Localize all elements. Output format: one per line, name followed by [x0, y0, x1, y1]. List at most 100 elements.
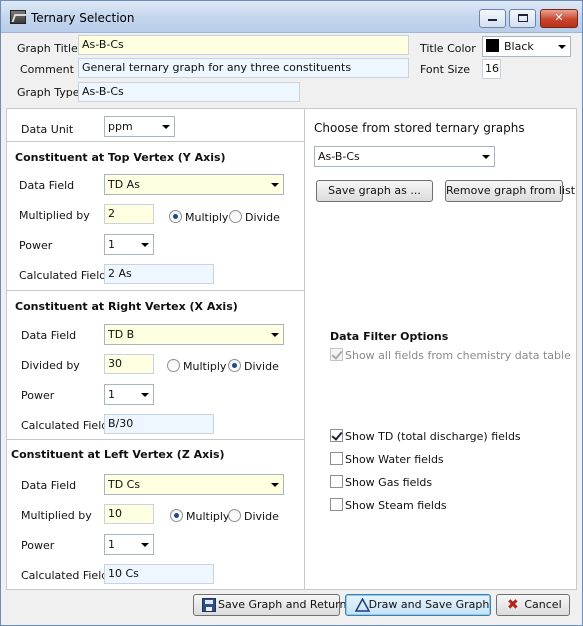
- divider: [7, 439, 304, 440]
- title-bar: Ternary Selection ✕: [1, 1, 582, 33]
- filter-heading: Data Filter Options: [330, 330, 449, 343]
- data-unit-select[interactable]: ppm: [104, 116, 175, 137]
- right-factor-input[interactable]: 30: [104, 354, 154, 374]
- top-factor-label: Multiplied by: [19, 209, 90, 222]
- cancel-button[interactable]: ✖ Cancel: [496, 594, 570, 616]
- left-calc-field: 10 Cs: [104, 564, 214, 584]
- show-water-checkbox[interactable]: [330, 452, 343, 465]
- column-divider: [304, 109, 305, 589]
- data-unit-value: ppm: [108, 120, 133, 133]
- close-button[interactable]: ✕: [540, 9, 578, 28]
- floppy-disk-icon: [202, 598, 216, 612]
- left-data-field-label: Data Field: [21, 479, 77, 492]
- show-gas-checkbox[interactable]: [330, 475, 343, 488]
- graph-title-label: Graph Title: [17, 42, 78, 55]
- divider: [7, 290, 304, 291]
- left-factor-input[interactable]: 10: [104, 504, 154, 524]
- top-calc-label: Calculated Field: [19, 269, 107, 282]
- remove-graph-button[interactable]: Remove graph from list: [445, 180, 575, 202]
- show-all-checkbox[interactable]: [330, 348, 343, 361]
- minimize-button[interactable]: [479, 9, 506, 28]
- minimize-icon: [488, 19, 497, 21]
- font-size-label: Font Size: [420, 63, 471, 76]
- left-data-field-select[interactable]: TD Cs: [104, 474, 284, 495]
- right-data-field-value: TD B: [108, 328, 135, 341]
- divider: [7, 141, 304, 142]
- right-power-select[interactable]: 1: [104, 384, 154, 405]
- chevron-down-icon: [271, 183, 279, 187]
- app-icon: [10, 10, 26, 24]
- font-size-input[interactable]: 16: [482, 59, 501, 79]
- chevron-down-icon: [162, 125, 170, 129]
- top-power-value: 1: [108, 238, 115, 251]
- show-water-label: Show Water fields: [345, 453, 444, 466]
- left-power-select[interactable]: 1: [104, 534, 154, 555]
- top-power-label: Power: [19, 239, 53, 252]
- stored-graph-value: As-B-Cs: [318, 150, 360, 163]
- graph-type-label: Graph Type: [17, 86, 80, 99]
- chevron-down-icon: [558, 45, 566, 49]
- left-factor-label: Multiplied by: [21, 509, 92, 522]
- cancel-label: Cancel: [524, 598, 562, 611]
- left-vertex-heading: Constituent at Left Vertex (Z Axis): [11, 448, 225, 461]
- show-steam-label: Show Steam fields: [345, 499, 447, 512]
- right-multiply-radio[interactable]: [167, 359, 180, 372]
- chevron-down-icon: [141, 543, 149, 547]
- top-vertex-heading: Constituent at Top Vertex (Y Axis): [15, 151, 226, 164]
- top-divide-label: Divide: [245, 211, 280, 224]
- save-graph-return-button[interactable]: Save Graph and Return: [193, 594, 346, 616]
- left-calc-label: Calculated Field: [21, 569, 109, 582]
- top-power-select[interactable]: 1: [104, 234, 154, 255]
- comment-label: Comment: [20, 63, 74, 76]
- graph-title-input[interactable]: As-B-Cs: [78, 35, 409, 55]
- show-gas-label: Show Gas fields: [345, 476, 433, 489]
- right-factor-label: Divided by: [21, 359, 80, 372]
- show-td-label: Show TD (total discharge) fields: [345, 430, 521, 443]
- chevron-down-icon: [271, 333, 279, 337]
- top-multiply-radio[interactable]: [169, 210, 182, 223]
- top-data-field-label: Data Field: [19, 179, 75, 192]
- left-divide-label: Divide: [244, 510, 279, 523]
- stored-graphs-heading: Choose from stored ternary graphs: [314, 121, 525, 135]
- left-power-label: Power: [21, 539, 55, 552]
- draw-save-graph-label: Draw and Save Graph: [368, 598, 490, 611]
- save-graph-return-label: Save Graph and Return: [218, 598, 347, 611]
- top-data-field-value: TD As: [108, 178, 140, 191]
- right-power-value: 1: [108, 388, 115, 401]
- top-multiply-label: Multiply: [185, 211, 229, 224]
- left-multiply-radio[interactable]: [170, 509, 183, 522]
- right-data-field-select[interactable]: TD B: [104, 324, 284, 345]
- chevron-down-icon: [141, 243, 149, 247]
- top-data-field-select[interactable]: TD As: [104, 174, 284, 195]
- title-color-value: Black: [504, 40, 534, 53]
- ternary-selection-window: Ternary Selection ✕ Graph Title As-B-Cs …: [0, 0, 583, 626]
- maximize-icon: [517, 14, 528, 22]
- top-factor-input[interactable]: 2: [104, 204, 154, 224]
- title-color-select[interactable]: Black: [482, 36, 571, 57]
- graph-type-input[interactable]: As-B-Cs: [78, 82, 300, 102]
- right-power-label: Power: [21, 389, 55, 402]
- left-data-field-value: TD Cs: [108, 478, 141, 491]
- right-calc-label: Calculated Field: [21, 419, 109, 432]
- data-unit-label: Data Unit: [21, 123, 74, 136]
- right-data-field-label: Data Field: [21, 329, 77, 342]
- show-td-checkbox[interactable]: [330, 429, 343, 442]
- maximize-button[interactable]: [509, 9, 536, 28]
- right-divide-radio[interactable]: [228, 359, 241, 372]
- comment-input[interactable]: General ternary graph for any three cons…: [78, 58, 409, 78]
- title-color-label: Title Color: [420, 42, 476, 55]
- show-steam-checkbox[interactable]: [330, 498, 343, 511]
- left-divide-radio[interactable]: [228, 509, 241, 522]
- right-divide-label: Divide: [244, 360, 279, 373]
- right-calc-field: B/30: [104, 414, 214, 434]
- top-calc-field: 2 As: [104, 264, 214, 284]
- save-graph-as-button[interactable]: Save graph as ...: [316, 180, 433, 202]
- chevron-down-icon: [482, 155, 490, 159]
- draw-save-graph-button[interactable]: Draw and Save Graph: [345, 594, 491, 616]
- cancel-x-icon: ✖: [507, 597, 519, 613]
- triangle-icon: [354, 597, 371, 618]
- right-vertex-heading: Constituent at Right Vertex (X Axis): [15, 300, 238, 313]
- stored-graph-select[interactable]: As-B-Cs: [314, 146, 495, 167]
- show-all-label: Show all fields from chemistry data tabl…: [345, 349, 571, 362]
- top-divide-radio[interactable]: [229, 210, 242, 223]
